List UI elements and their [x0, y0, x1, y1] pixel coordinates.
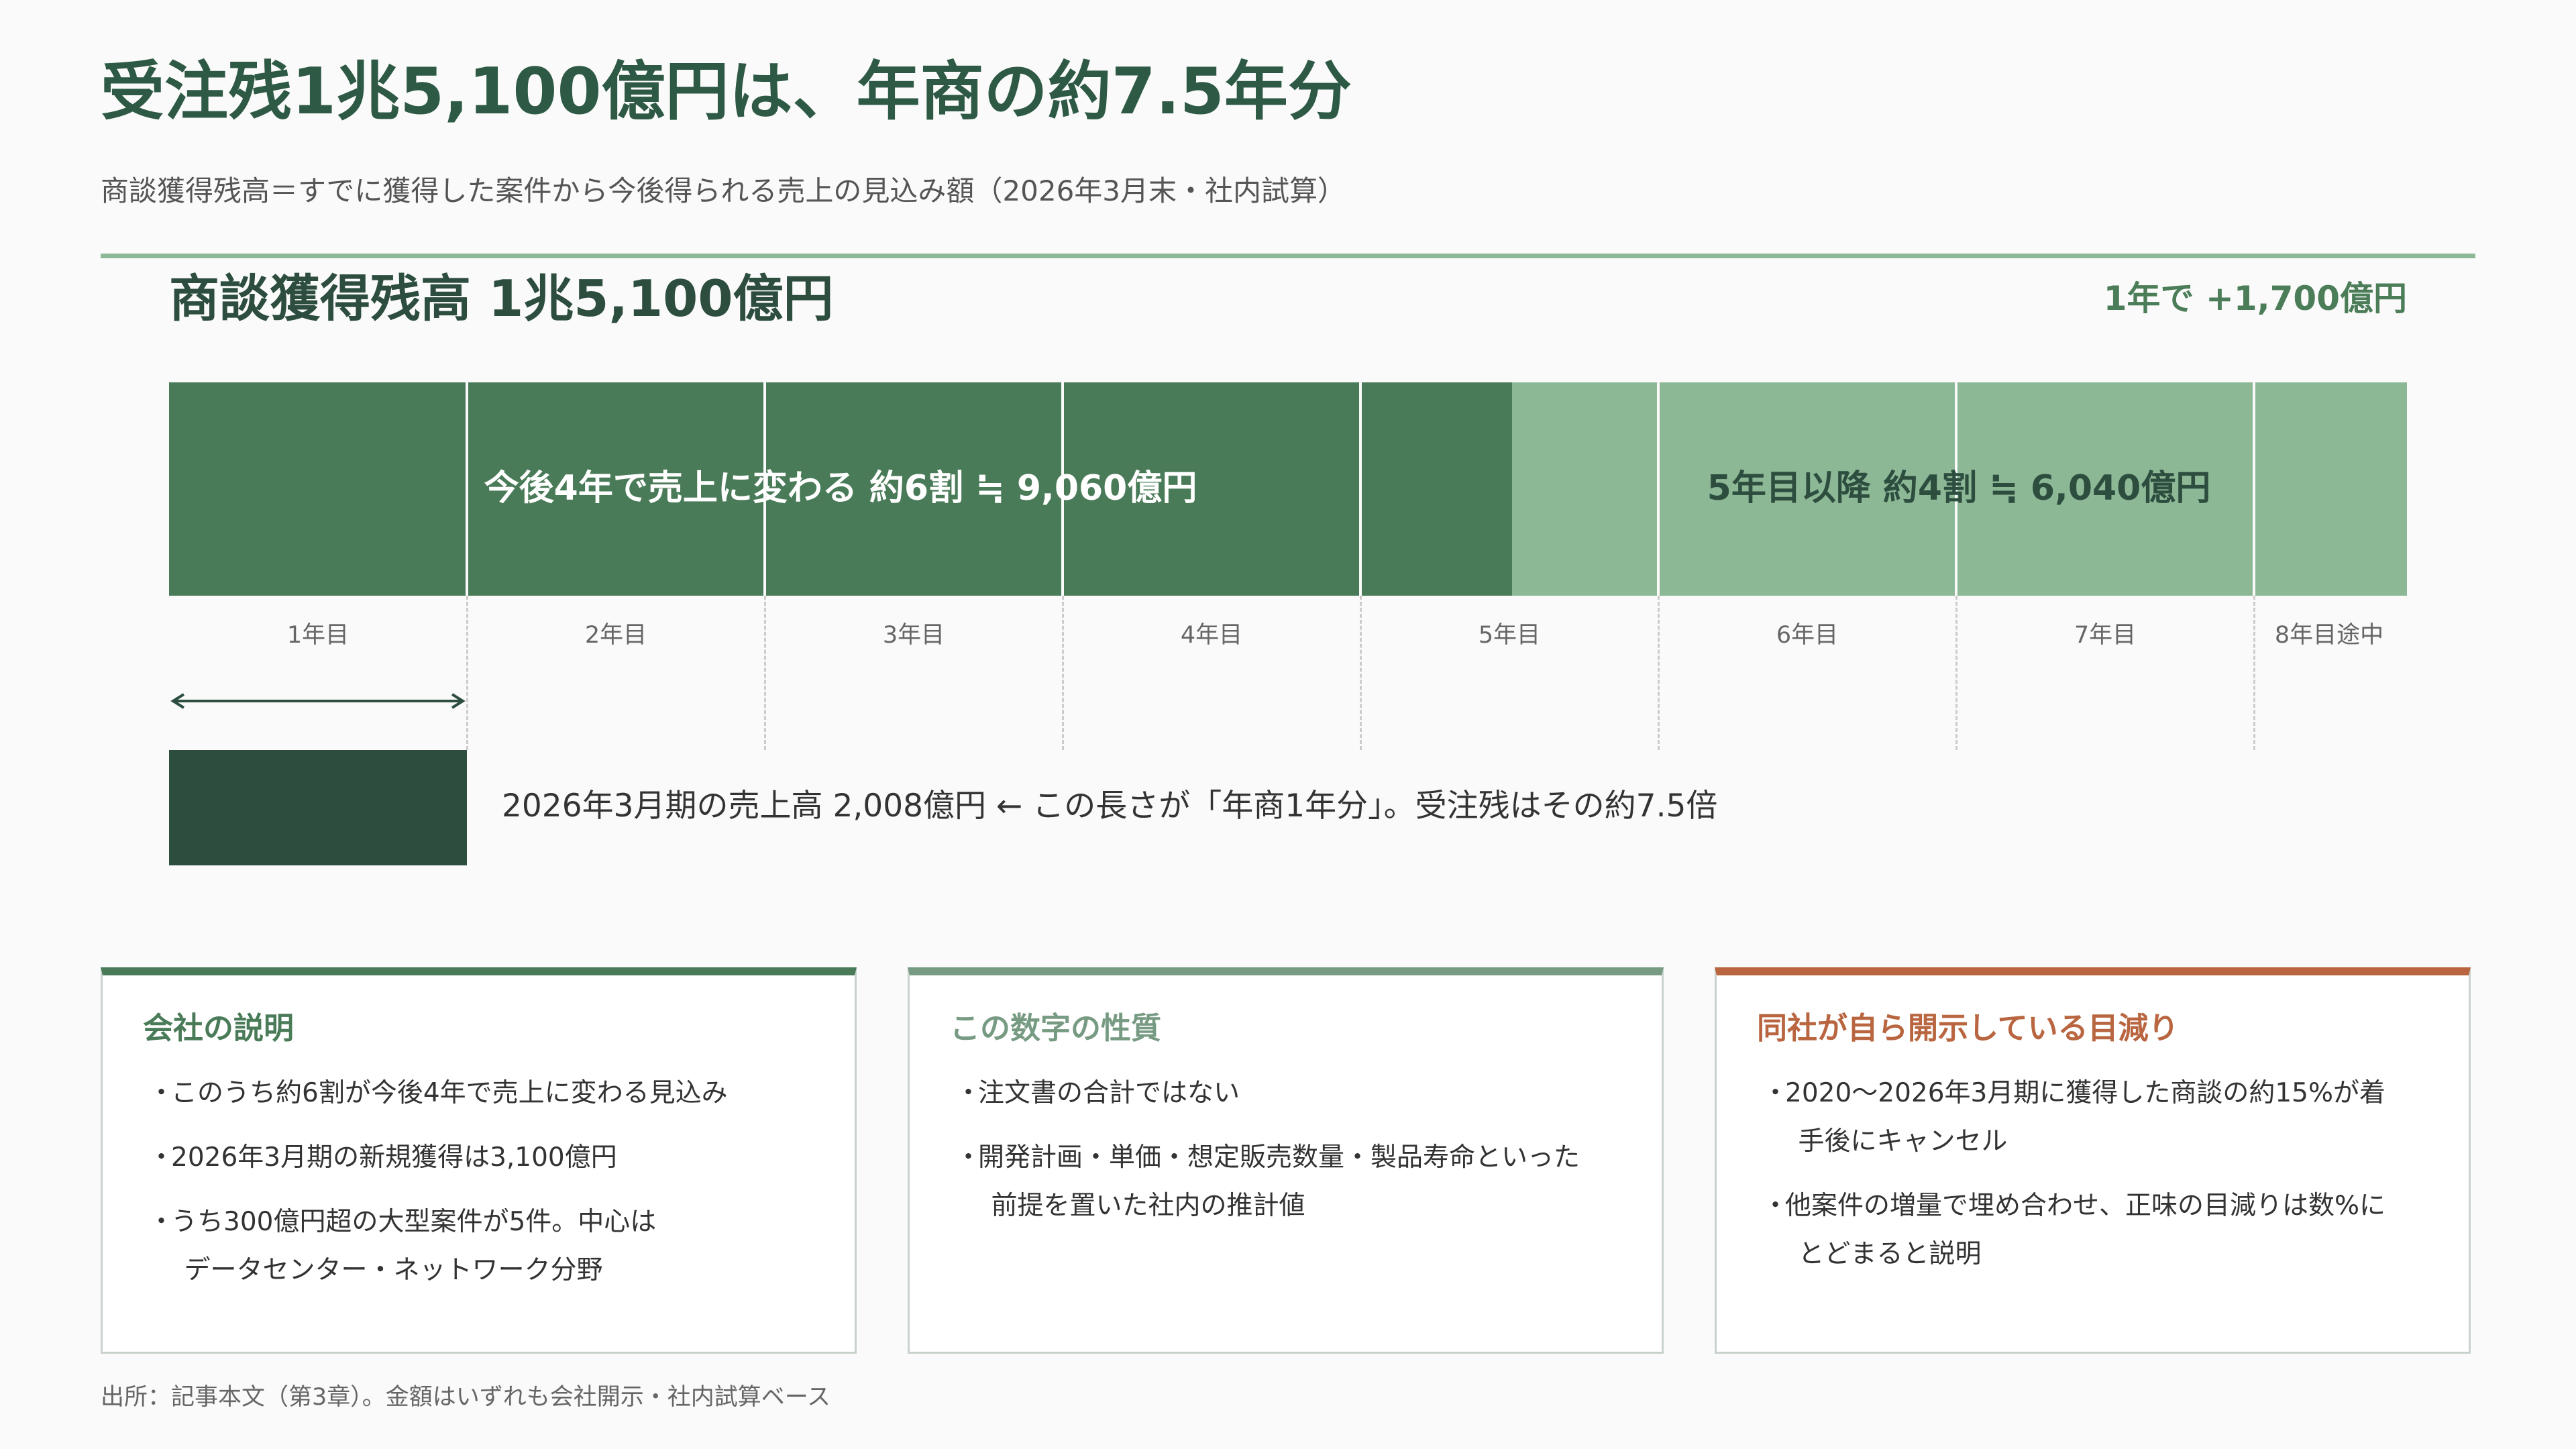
year-guide-line	[1360, 596, 1362, 750]
year-label: 6年目	[1776, 622, 1839, 649]
list-item: ・ 他案件の増量で埋め合わせ、正味の目減りは数%にとどまると説明	[1762, 1182, 2440, 1279]
year-guide-line	[1955, 596, 1957, 750]
year-guide-line	[2253, 596, 2255, 750]
card-title: この数字の性質	[950, 1010, 1162, 1046]
list-item-line: データセンター・ネットワーク分野	[184, 1255, 603, 1285]
year-divider	[466, 382, 468, 596]
annual-sales-reference-bar	[169, 750, 467, 865]
annual-sales-note: 2026年3月期の売上高 2,008億円 ← この長さが「年商1年分」。受注残は…	[502, 788, 1718, 824]
list-item-line: 手後にキャンセル	[1798, 1126, 2008, 1157]
list-item-text: 開発計画・単価・想定販売数量・製品寿命といった前提を置いた社内の推計値	[978, 1134, 1633, 1230]
page-subtitle: 商談獲得残高＝すでに獲得した案件から今後得られる売上の見込み額（2026年3月末…	[101, 174, 1346, 207]
list-item-line: うち300億円超の大型案件が5件。中心は	[171, 1207, 657, 1237]
list-item-text: 注文書の合計ではない	[978, 1078, 1240, 1108]
list-item-line: 開発計画・単価・想定販売数量・製品寿命といった	[978, 1142, 1580, 1173]
year-guide-line	[1062, 596, 1064, 750]
year-divider	[1359, 382, 1362, 596]
year-divider	[2253, 382, 2255, 596]
card-title: 会社の説明	[143, 1010, 294, 1046]
source-note: 出所：記事本文（第3章）。金額はいずれも会社開示・社内試算ベース	[101, 1384, 831, 1411]
card-title: 同社が自ら開示している目減り	[1757, 1010, 2179, 1046]
list-item: ・ 2020〜2026年3月期に獲得した商談の約15%が着手後にキャンセル	[1762, 1069, 2440, 1166]
bullet-icon: ・	[1762, 1078, 1789, 1108]
top-rule	[101, 254, 2475, 258]
backlog-total-heading: 商談獲得残高 1兆5,100億円	[169, 269, 834, 328]
segment-label-first-4-years: 今後4年で売上に変わる 約6割 ≒ 9,060億円	[484, 468, 1197, 508]
year-label: 3年目	[882, 622, 945, 649]
segment-label-year-5-onward: 5年目以降 約4割 ≒ 6,040億円	[1707, 468, 2211, 508]
card-list: ・ このうち約6割が今後4年で売上に変わる見込み ・ 2026年3月期の新規獲得…	[148, 1069, 826, 1311]
year-label: 7年目	[2074, 622, 2137, 649]
card-company-explanation: 会社の説明 ・ このうち約6割が今後4年で売上に変わる見込み ・ 2026年3月…	[101, 967, 857, 1354]
list-item-text: 他案件の増量で埋め合わせ、正味の目減りは数%にとどまると説明	[1785, 1182, 2440, 1279]
card-list: ・ 注文書の合計ではない ・ 開発計画・単価・想定販売数量・製品寿命といった前提…	[955, 1069, 1633, 1246]
year-divider	[1657, 382, 1660, 596]
year-label: 1年目	[286, 622, 350, 649]
year-guide-line	[466, 596, 468, 750]
list-item: ・ うち300億円超の大型案件が5件。中心はデータセンター・ネットワーク分野	[148, 1198, 826, 1295]
year-label: 4年目	[1180, 622, 1243, 649]
bullet-icon: ・	[148, 1142, 175, 1173]
list-item: ・ 開発計画・単価・想定販売数量・製品寿命といった前提を置いた社内の推計値	[955, 1134, 1633, 1230]
double-arrow-icon	[170, 693, 466, 709]
year-guide-line	[1658, 596, 1660, 750]
list-item-text: このうち約6割が今後4年で売上に変わる見込み	[171, 1078, 728, 1108]
growth-annotation: 1年で +1,700億円	[2103, 279, 2407, 318]
year-label: 8年目途中	[2274, 622, 2384, 649]
year-label: 5年目	[1478, 622, 1541, 649]
list-item-line: 2020〜2026年3月期に獲得した商談の約15%が着	[1785, 1078, 2386, 1108]
bullet-icon: ・	[955, 1142, 982, 1173]
list-item-line: とどまると説明	[1798, 1239, 1982, 1269]
card-list: ・ 2020〜2026年3月期に獲得した商談の約15%が着手後にキャンセル ・ …	[1762, 1069, 2440, 1295]
list-item-line: 前提を置いた社内の推計値	[991, 1191, 1305, 1221]
bullet-icon: ・	[1762, 1191, 1789, 1221]
bullet-icon: ・	[148, 1078, 175, 1108]
card-nature-of-figure: この数字の性質 ・ 注文書の合計ではない ・ 開発計画・単価・想定販売数量・製品…	[908, 967, 1664, 1354]
list-item-text: うち300億円超の大型案件が5件。中心はデータセンター・ネットワーク分野	[171, 1198, 826, 1295]
year-label: 2年目	[584, 622, 647, 649]
card-disclosed-attrition: 同社が自ら開示している目減り ・ 2020〜2026年3月期に獲得した商談の約1…	[1715, 967, 2471, 1354]
page-title: 受注残1兆5,100億円は、年商の約7.5年分	[101, 55, 1352, 129]
bullet-icon: ・	[148, 1207, 175, 1237]
list-item: ・ このうち約6割が今後4年で売上に変わる見込み	[148, 1069, 826, 1118]
list-item-text: 2026年3月期の新規獲得は3,100億円	[171, 1142, 617, 1173]
slide: 受注残1兆5,100億円は、年商の約7.5年分 商談獲得残高＝すでに獲得した案件…	[0, 0, 2576, 1449]
bullet-icon: ・	[955, 1078, 982, 1108]
list-item: ・ 注文書の合計ではない	[955, 1069, 1633, 1118]
list-item: ・ 2026年3月期の新規獲得は3,100億円	[148, 1134, 826, 1182]
year-guide-line	[764, 596, 766, 750]
list-item-line: 他案件の増量で埋め合わせ、正味の目減りは数%に	[1785, 1191, 2386, 1221]
list-item-text: 2020〜2026年3月期に獲得した商談の約15%が着手後にキャンセル	[1785, 1069, 2440, 1166]
